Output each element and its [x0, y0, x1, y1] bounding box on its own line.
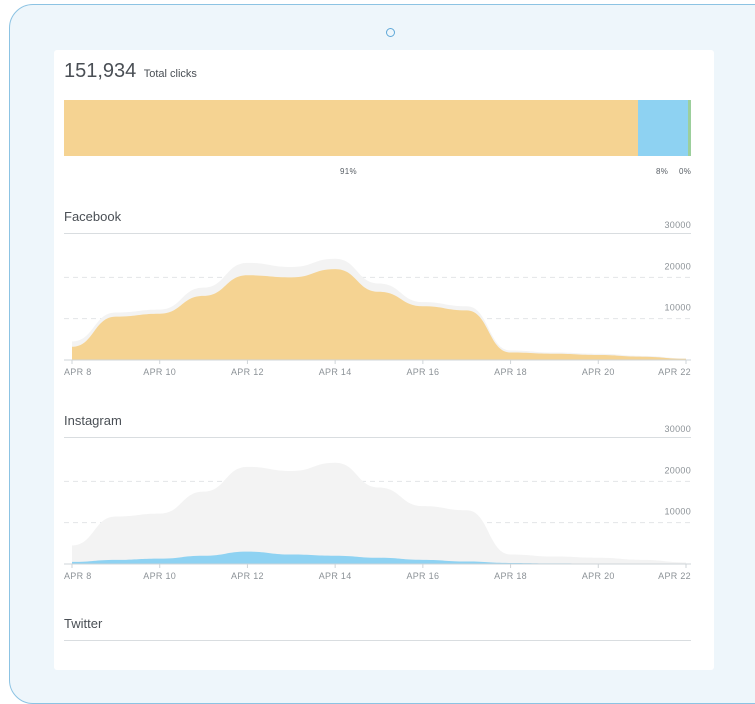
total-clicks: 151,934 Total clicks: [64, 60, 197, 83]
x-tick-label: APR 12: [231, 571, 264, 581]
x-tick-label: APR 8: [64, 571, 92, 581]
x-tick-label: APR 10: [143, 571, 176, 581]
total-clicks-value: 151,934: [64, 60, 137, 82]
x-tick-label: APR 22: [658, 571, 691, 581]
total-background-area: [72, 462, 686, 564]
instagram-chart: APR 8 APR 10 APR 12 APR 14 APR 16 APR 18 APR 2…: [64, 424, 691, 581]
x-tick-label: APR 22: [658, 367, 691, 377]
share-bar: [64, 100, 691, 156]
x-tick-label: APR 16: [406, 367, 439, 377]
share-segment-facebook[interactable]: [64, 100, 638, 156]
share-label-twitter: 0%: [679, 167, 692, 176]
share-label-facebook: 91%: [340, 167, 357, 176]
instagram-divider: [64, 437, 691, 438]
share-segment-twitter[interactable]: [688, 100, 691, 156]
facebook-chart: APR 8 APR 10 APR 12 APR 14 APR 16 APR 18 APR 2…: [64, 220, 691, 377]
y-tick-label: 30000: [664, 424, 691, 434]
x-tick-label: APR 10: [143, 367, 176, 377]
x-tick-label: APR 16: [406, 571, 439, 581]
y-tick-label: 20000: [664, 465, 691, 475]
x-tick-label: APR 18: [494, 367, 527, 377]
y-tick-label: 30000: [664, 220, 691, 230]
x-tick-label: APR 18: [494, 571, 527, 581]
total-clicks-label: Total clicks: [143, 68, 197, 80]
facebook-title: Facebook: [64, 209, 122, 224]
series-area[interactable]: [72, 269, 686, 360]
instagram-title: Instagram: [64, 413, 122, 428]
share-segment-instagram[interactable]: [638, 100, 689, 156]
x-tick-label: APR 20: [582, 367, 615, 377]
twitter-divider: [64, 640, 691, 641]
camera-icon: [386, 28, 395, 37]
y-tick-label: 10000: [664, 507, 691, 517]
x-tick-label: APR 8: [64, 367, 92, 377]
x-tick-label: APR 14: [319, 367, 352, 377]
twitter-title: Twitter: [64, 616, 103, 631]
y-tick-label: 10000: [664, 303, 691, 313]
x-tick-label: APR 20: [582, 571, 615, 581]
facebook-divider: [64, 233, 691, 234]
y-tick-label: 20000: [664, 261, 691, 271]
clicks-panel: 151,934 Total clicks 91% 8% 0% Facebook …: [54, 50, 714, 670]
x-tick-label: APR 14: [319, 571, 352, 581]
x-tick-label: APR 12: [231, 367, 264, 377]
share-label-instagram: 8%: [656, 167, 669, 176]
